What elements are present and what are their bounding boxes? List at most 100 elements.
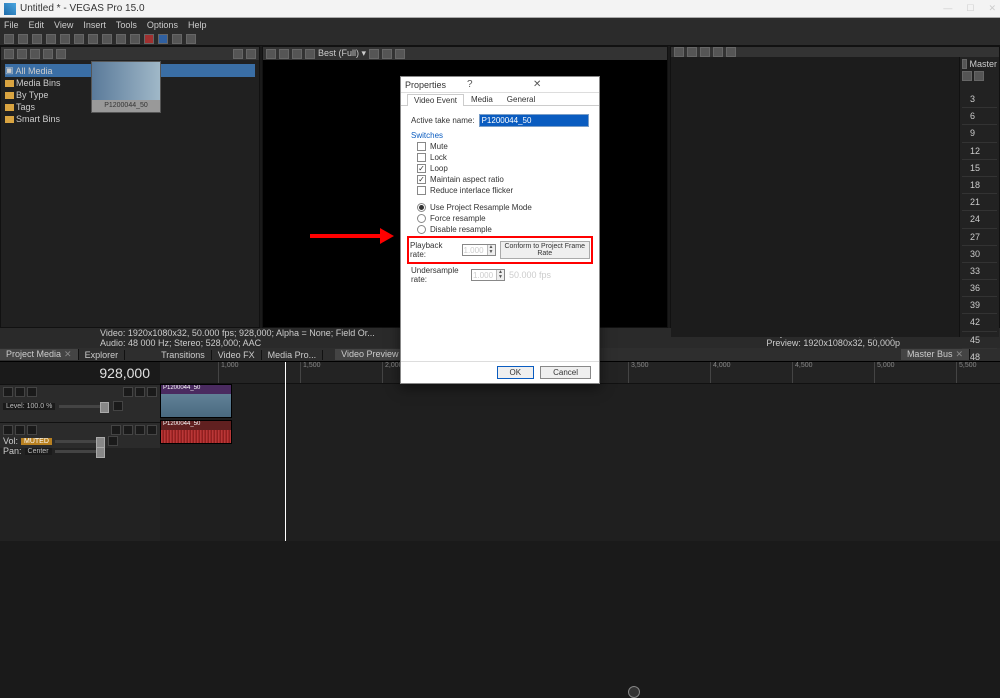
transport-next-icon[interactable] xyxy=(713,47,723,57)
toolbar-lock-icon[interactable] xyxy=(172,34,182,44)
magnifier-icon[interactable] xyxy=(628,686,640,698)
preview-overlay-icon[interactable] xyxy=(369,49,379,59)
track-max-icon[interactable] xyxy=(147,425,157,435)
preview-split-icon[interactable] xyxy=(292,49,302,59)
track-header-video[interactable]: Level: 100.0 % xyxy=(0,384,160,422)
aspect-checkbox[interactable] xyxy=(417,175,426,184)
toolbar-save-icon[interactable] xyxy=(32,34,42,44)
track-record-icon[interactable] xyxy=(111,425,121,435)
menu-edit[interactable]: Edit xyxy=(29,20,45,30)
cancel-button[interactable]: Cancel xyxy=(540,366,591,379)
preview-snap-icon[interactable] xyxy=(395,49,405,59)
tab-project-media[interactable]: Project Media✕ xyxy=(0,349,79,360)
transport-prev-icon[interactable] xyxy=(687,47,697,57)
tab-video-event[interactable]: Video Event xyxy=(407,94,464,106)
spinner-down-icon[interactable]: ▼ xyxy=(496,275,504,280)
media-thumbnail[interactable]: P1200044_50 xyxy=(91,61,161,113)
tab-transitions[interactable]: Transitions xyxy=(155,350,212,360)
loop-checkbox[interactable] xyxy=(417,164,426,173)
resample-disable-radio[interactable] xyxy=(417,225,426,234)
undersample-input[interactable] xyxy=(472,270,496,280)
minimize-button[interactable]: — xyxy=(943,3,952,14)
undersample-spinner[interactable]: ▲▼ xyxy=(471,269,505,281)
audio-clip[interactable]: P1200044_50 xyxy=(160,420,232,444)
vol-slider[interactable] xyxy=(55,440,105,443)
pm-get-icon[interactable] xyxy=(43,49,53,59)
flicker-checkbox[interactable] xyxy=(417,186,426,195)
track-more-icon[interactable] xyxy=(113,401,123,411)
spinner-down-icon[interactable]: ▼ xyxy=(487,250,495,255)
pm-view-icon[interactable] xyxy=(233,49,243,59)
menu-tools[interactable]: Tools xyxy=(116,20,137,30)
tab-explorer[interactable]: Explorer xyxy=(79,350,126,360)
track-number-icon[interactable] xyxy=(3,387,13,397)
toolbar-undo-icon[interactable] xyxy=(116,34,126,44)
tab-media[interactable]: Media xyxy=(464,93,500,105)
track-header-audio[interactable]: Vol:MUTED Pan:Center xyxy=(0,422,160,448)
dialog-close-button[interactable]: ✕ xyxy=(529,79,595,90)
pm-refresh-icon[interactable] xyxy=(4,49,14,59)
track-solo-icon[interactable] xyxy=(135,425,145,435)
toolbar-properties-icon[interactable] xyxy=(60,34,70,44)
timeline-body[interactable]: 1,000 1,500 2,000 2,500 3,000 3,500 4,00… xyxy=(160,362,1000,541)
track-fx-icon[interactable] xyxy=(15,387,25,397)
toolbar-ripple-icon[interactable] xyxy=(158,34,168,44)
menu-insert[interactable]: Insert xyxy=(83,20,106,30)
track-max-icon[interactable] xyxy=(147,387,157,397)
tree-smart-bins[interactable]: Smart Bins xyxy=(5,113,255,125)
dialog-help-button[interactable]: ? xyxy=(463,79,529,90)
resample-project-radio[interactable] xyxy=(417,203,426,212)
track-mute-icon[interactable] xyxy=(123,425,133,435)
close-icon[interactable]: ✕ xyxy=(64,349,72,359)
menu-view[interactable]: View xyxy=(54,20,73,30)
conform-button[interactable]: Conform to Project Frame Rate xyxy=(500,241,591,259)
pm-capture-icon[interactable] xyxy=(30,49,40,59)
transport-play-icon[interactable] xyxy=(700,47,710,57)
track-auto-icon[interactable] xyxy=(27,425,37,435)
resample-force-radio[interactable] xyxy=(417,214,426,223)
pm-search-icon[interactable] xyxy=(246,49,256,59)
menu-help[interactable]: Help xyxy=(188,20,207,30)
playback-rate-spinner[interactable]: ▲▼ xyxy=(462,244,496,256)
transport-end-icon[interactable] xyxy=(726,47,736,57)
toolbar-new-icon[interactable] xyxy=(4,34,14,44)
track-auto-icon[interactable] xyxy=(27,387,37,397)
menu-file[interactable]: File xyxy=(4,20,19,30)
tab-general[interactable]: General xyxy=(500,93,542,105)
menu-options[interactable]: Options xyxy=(147,20,178,30)
tab-video-fx[interactable]: Video FX xyxy=(212,350,262,360)
maximize-button[interactable]: ☐ xyxy=(966,3,974,14)
lock-checkbox[interactable] xyxy=(417,153,426,162)
preview-ext-icon[interactable] xyxy=(305,49,315,59)
toolbar-cut-icon[interactable] xyxy=(74,34,84,44)
toolbar-paste-icon[interactable] xyxy=(102,34,112,44)
track-number-icon[interactable] xyxy=(3,425,13,435)
active-take-input[interactable] xyxy=(479,114,589,127)
toolbar-render-icon[interactable] xyxy=(46,34,56,44)
track-fx-icon[interactable] xyxy=(15,425,25,435)
master-refresh-icon[interactable] xyxy=(674,47,684,57)
track-level-slider[interactable] xyxy=(59,405,109,408)
preview-quality[interactable]: Best (Full) ▾ xyxy=(318,48,366,59)
master-solo-icon[interactable] xyxy=(974,71,984,81)
playback-rate-input[interactable] xyxy=(463,245,487,255)
track-more-icon[interactable] xyxy=(108,436,118,446)
close-button[interactable]: ✕ xyxy=(988,3,996,14)
video-clip[interactable]: P1200044_50 xyxy=(160,384,232,418)
toolbar-copy-icon[interactable] xyxy=(88,34,98,44)
preview-safe-icon[interactable] xyxy=(382,49,392,59)
track-solo-icon[interactable] xyxy=(135,387,145,397)
track-mute-icon[interactable] xyxy=(123,387,133,397)
dialog-titlebar[interactable]: Properties ? ✕ xyxy=(401,77,599,93)
pan-slider[interactable] xyxy=(55,450,105,453)
ok-button[interactable]: OK xyxy=(497,366,535,379)
toolbar-redo-icon[interactable] xyxy=(130,34,140,44)
toolbar-open-icon[interactable] xyxy=(18,34,28,44)
toolbar-snap-icon[interactable] xyxy=(144,34,154,44)
master-mute-icon[interactable] xyxy=(962,71,972,81)
toolbar-help-icon[interactable] xyxy=(186,34,196,44)
tab-master-bus[interactable]: Master Bus✕ xyxy=(901,349,970,360)
pm-import-icon[interactable] xyxy=(17,49,27,59)
playhead[interactable] xyxy=(285,362,286,541)
pm-remove-icon[interactable] xyxy=(56,49,66,59)
